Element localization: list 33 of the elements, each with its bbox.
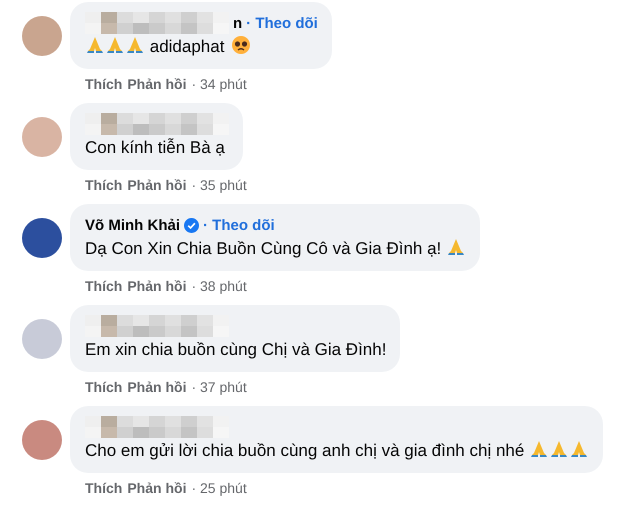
comment-time: · 38 phút — [191, 277, 247, 295]
praying-hands-icon — [570, 440, 588, 458]
praying-hands-icon — [86, 36, 104, 54]
avatar[interactable] — [22, 218, 62, 258]
follow-link[interactable]: · Theo dõi — [203, 216, 275, 234]
praying-hands-icon — [447, 238, 465, 256]
commenter-name[interactable]: Võ Minh Khải — [85, 216, 180, 234]
reply-link[interactable]: Phản hồi — [127, 277, 186, 295]
comment-time: · 37 phút — [191, 378, 247, 396]
comment-text: Cho em gửi lời chia buồn cùng anh chị và gia đình chị nhé — [85, 438, 590, 463]
like-link[interactable]: Thích — [85, 176, 122, 194]
comment-time: · 35 phút — [191, 176, 247, 194]
comment-time: · 34 phút — [191, 75, 247, 93]
reply-link[interactable]: Phản hồi — [127, 479, 186, 497]
reply-link[interactable]: Phản hồi — [127, 378, 186, 396]
like-link[interactable]: Thích — [85, 75, 122, 93]
like-link[interactable]: Thích — [85, 479, 122, 497]
follow-link[interactable]: · Theo dõi — [246, 14, 318, 32]
comment-text: Con kính tiễn Bà ạ — [85, 137, 226, 159]
praying-hands-icon — [550, 440, 568, 458]
sad-face-icon — [231, 35, 252, 55]
praying-hands-icon — [106, 36, 124, 54]
commenter-name[interactable]: n — [233, 14, 242, 32]
like-link[interactable]: Thích — [85, 277, 122, 295]
like-link[interactable]: Thích — [85, 378, 122, 396]
reply-link[interactable]: Phản hồi — [127, 75, 186, 93]
praying-hands-icon — [126, 36, 144, 54]
comment-text: Dạ Con Xin Chia Buồn Cùng Cô và Gia Đình ạ! — [85, 236, 466, 261]
comment-text: Em xin chia buồn cùng Chị và Gia Đình! — [85, 339, 386, 361]
reply-link[interactable]: Phản hồi — [127, 176, 186, 194]
comment-time: · 25 phút — [191, 479, 247, 497]
comment-text: adidaphat — [85, 34, 318, 59]
praying-hands-icon — [530, 440, 548, 458]
